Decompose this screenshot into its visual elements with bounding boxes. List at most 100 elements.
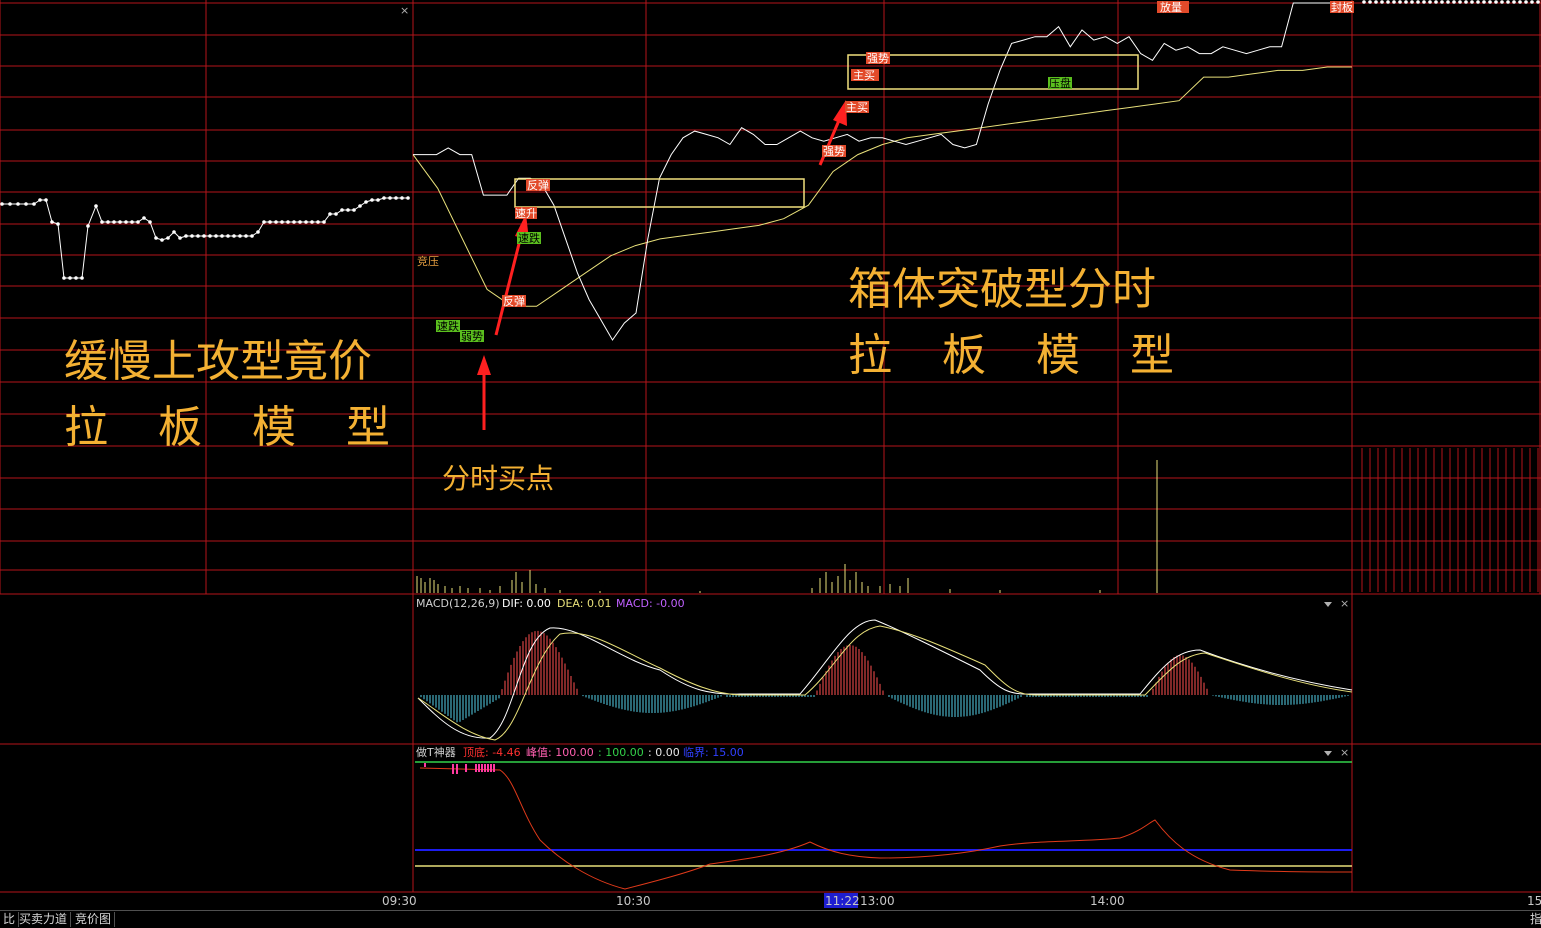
- auction-dot: [148, 220, 152, 224]
- auction-dot: [8, 202, 12, 206]
- auction-dot: [16, 202, 20, 206]
- buy-arrow-up: [477, 355, 491, 430]
- closing-dot: [1368, 0, 1372, 4]
- time-tick-1400: 14:00: [1090, 894, 1125, 908]
- zt-red-curve: [419, 767, 1353, 890]
- closing-dot: [1374, 0, 1378, 4]
- right-title-line2: 拉 板 模 型: [848, 330, 1192, 381]
- close-icon[interactable]: ×: [400, 4, 409, 17]
- auction-dot: [106, 220, 110, 224]
- closing-dot: [1494, 0, 1498, 4]
- auction-dot: [208, 234, 212, 238]
- tab-maimai-lidao[interactable]: 买卖力道: [16, 912, 72, 927]
- consolidation-box-1: [514, 178, 805, 208]
- closing-dot: [1476, 0, 1480, 4]
- zt-title: 做T神器: [416, 745, 456, 759]
- tag-fantan-2: 反弹: [527, 178, 549, 192]
- closing-dot: [1458, 0, 1462, 4]
- closing-dot: [1464, 0, 1468, 4]
- zt-value3: : 0.00: [648, 746, 680, 759]
- macd-histogram: [420, 630, 1349, 723]
- zt-dropdown-icon[interactable]: [1324, 751, 1332, 756]
- auction-dot: [172, 230, 176, 234]
- zt-linjie: 临界: 15.00: [683, 745, 744, 759]
- buy-point-label: 分时买点: [442, 462, 554, 495]
- auction-dot: [352, 208, 356, 212]
- left-title-line1: 缓慢上攻型竟价: [64, 336, 372, 387]
- auction-dot: [256, 230, 260, 234]
- auction-dot: [94, 204, 98, 208]
- tab-jingjia-tu[interactable]: 竞价图: [72, 912, 116, 927]
- auction-dot: [298, 220, 302, 224]
- auction-dot: [376, 198, 380, 202]
- auction-dot: [50, 220, 54, 224]
- tag-ruoshi: 弱势: [461, 330, 483, 343]
- auction-dot: [244, 234, 248, 238]
- tag-fangliang: 放量: [1160, 0, 1182, 14]
- auction-dot: [124, 220, 128, 224]
- auction-dot: [358, 204, 362, 208]
- tag-qiangshi-2: 强势: [867, 52, 889, 65]
- auction-dot: [214, 234, 218, 238]
- time-tick-1122: 11:22: [825, 894, 860, 908]
- zt-close-icon[interactable]: ×: [1340, 746, 1349, 759]
- tag-susheng: 速升: [515, 207, 537, 220]
- auction-dot: [154, 236, 158, 240]
- auction-dot: [44, 198, 48, 202]
- auction-dot: [268, 220, 272, 224]
- tab-zhi[interactable]: 指: [1527, 912, 1541, 927]
- auction-dot: [62, 276, 66, 280]
- auction-dot: [310, 220, 314, 224]
- closing-dot: [1440, 0, 1444, 4]
- closing-dot: [1530, 0, 1534, 4]
- auction-dot: [166, 236, 170, 240]
- closing-dot: [1506, 0, 1510, 4]
- closing-dot: [1362, 0, 1366, 4]
- closing-dot: [1536, 0, 1540, 4]
- macd-close-icon[interactable]: ×: [1340, 597, 1349, 610]
- closing-dot: [1512, 0, 1516, 4]
- auction-dot: [68, 276, 72, 280]
- auction-dot: [196, 234, 200, 238]
- auction-dot: [406, 196, 410, 200]
- tag-suding-2: 速跌: [518, 231, 540, 245]
- auction-dot: [286, 220, 290, 224]
- tag-suding-1: 速跌: [437, 319, 459, 333]
- tag-jingya: 竞压: [417, 254, 439, 268]
- auction-dot: [220, 234, 224, 238]
- auction-dot: [190, 234, 194, 238]
- auction-dot: [118, 220, 122, 224]
- auction-dot: [388, 196, 392, 200]
- closing-dot: [1422, 0, 1426, 4]
- closing-dot: [1380, 0, 1384, 4]
- closing-dot: [1392, 0, 1396, 4]
- closing-dot: [1470, 0, 1474, 4]
- auction-dot: [322, 220, 326, 224]
- auction-dots: [0, 0, 1540, 280]
- auction-dot: [56, 222, 60, 226]
- auction-dot: [142, 216, 146, 220]
- right-title-line1: 箱体突破型分时: [848, 264, 1156, 315]
- closing-dot: [1446, 0, 1450, 4]
- macd-dropdown-icon[interactable]: [1324, 602, 1332, 607]
- zt-fengzhi: 峰值: 100.00: [526, 746, 594, 759]
- auction-dot: [364, 200, 368, 204]
- time-tick-0930: 09:30: [382, 894, 417, 908]
- auction-dot: [38, 198, 42, 202]
- auction-dot: [394, 196, 398, 200]
- auction-dot: [250, 234, 254, 238]
- auction-dot: [32, 202, 36, 206]
- bottom-tab-bar: 比 买卖力道 竞价图 指: [0, 910, 1541, 928]
- auction-dot: [130, 220, 134, 224]
- auction-dot: [86, 224, 90, 228]
- closing-dot: [1452, 0, 1456, 4]
- auction-dot: [274, 220, 278, 224]
- auction-dot: [262, 220, 266, 224]
- time-tick-15: 15: [1527, 894, 1541, 908]
- auction-dot: [0, 202, 4, 206]
- auction-dot: [316, 220, 320, 224]
- closing-dot: [1518, 0, 1522, 4]
- macd-macd-value: MACD: -0.00: [616, 597, 685, 610]
- zt-dingdi: 顶底: -4.46: [463, 745, 521, 759]
- tag-zhumai-1: 主买: [846, 101, 868, 114]
